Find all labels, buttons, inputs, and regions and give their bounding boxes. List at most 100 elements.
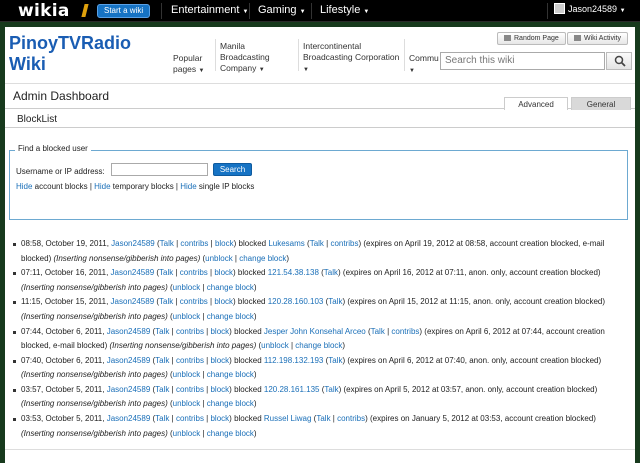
- blocked-user-link[interactable]: Russel Liwag: [264, 414, 312, 423]
- block-details: (expires on April 6, 2012 at 07:40, anon…: [345, 355, 602, 365]
- chevron-down-icon: ▼: [363, 9, 370, 15]
- wiki-name-line: PinoyTVRadio: [9, 33, 132, 53]
- unblock-link[interactable]: unblock: [205, 254, 233, 263]
- admin-contribs-link[interactable]: contribs: [176, 356, 204, 365]
- tab-advanced[interactable]: Advanced: [504, 97, 568, 110]
- activity-icon: [574, 35, 581, 41]
- tab-general[interactable]: General: [571, 97, 631, 110]
- admin-contribs-link[interactable]: contribs: [176, 385, 204, 394]
- admin-contribs-link[interactable]: contribs: [176, 414, 204, 423]
- admin-block-link[interactable]: block: [210, 414, 229, 423]
- blocked-user-link[interactable]: Jesper John Konsehal Arceo: [264, 327, 366, 336]
- blocked-user-link[interactable]: 112.198.132.193: [264, 356, 323, 365]
- hub-entertainment[interactable]: Entertainment ▼: [171, 4, 249, 16]
- random-page-button[interactable]: Random Page: [497, 32, 566, 45]
- change-block-link[interactable]: change block: [207, 370, 254, 379]
- user-menu[interactable]: Jason24589 ▼: [554, 3, 626, 14]
- admin-user-link[interactable]: Jason24589: [111, 297, 155, 306]
- unblock-link[interactable]: unblock: [173, 370, 201, 379]
- hub-gaming[interactable]: Gaming ▼: [258, 4, 306, 16]
- admin-block-link[interactable]: block: [215, 239, 234, 248]
- admin-talk-link[interactable]: Talk: [155, 414, 169, 423]
- punct: ): [253, 370, 257, 380]
- target-talk-link[interactable]: Talk: [328, 297, 342, 306]
- admin-contribs-link[interactable]: contribs: [180, 268, 208, 277]
- admin-block-link[interactable]: block: [214, 268, 233, 277]
- admin-user-link[interactable]: Jason24589: [111, 268, 155, 277]
- block-entry: 07:40, October 6, 2011, Jason24589 (Talk…: [13, 354, 625, 383]
- change-block-link[interactable]: change block: [207, 399, 254, 408]
- punct: ): [253, 428, 257, 438]
- change-block-link[interactable]: change block: [207, 429, 254, 438]
- blocked-user-link[interactable]: Lukesams: [268, 239, 304, 248]
- wiki-nav-intercontinental[interactable]: Intercontinental Broadcasting Corporatio…: [303, 41, 399, 76]
- target-talk-link[interactable]: Talk: [324, 385, 338, 394]
- target-contribs-link[interactable]: contribs: [330, 239, 358, 248]
- block-filters: Hide account blocks | Hide temporary blo…: [16, 182, 254, 191]
- chevron-down-icon: ▼: [299, 9, 306, 15]
- change-block-link[interactable]: change block: [239, 254, 286, 263]
- admin-contribs-link[interactable]: contribs: [180, 297, 208, 306]
- target-talk-link[interactable]: Talk: [316, 414, 330, 423]
- hub-lifestyle[interactable]: Lifestyle ▼: [320, 4, 369, 16]
- blocked-user-link[interactable]: 120.28.160.103: [268, 297, 324, 306]
- block-entry: 07:11, October 16, 2011, Jason24589 (Tal…: [13, 266, 625, 295]
- nav-divider: [311, 3, 312, 19]
- target-talk-link[interactable]: Talk: [310, 239, 324, 248]
- wikia-logo[interactable]: wikia: [18, 1, 70, 21]
- timestamp: 07:11, October 16, 2011,: [21, 268, 111, 278]
- unblock-link[interactable]: unblock: [173, 312, 201, 321]
- blocked-user-link[interactable]: 121.54.38.138: [268, 268, 319, 277]
- search-submit-button[interactable]: [606, 52, 632, 70]
- wiki-nav-popular-pages[interactable]: Popular pages ▼: [173, 53, 205, 77]
- unblock-link[interactable]: unblock: [173, 429, 201, 438]
- username-ip-input[interactable]: [111, 163, 208, 176]
- admin-user-link[interactable]: Jason24589: [107, 414, 151, 423]
- admin-block-link[interactable]: block: [210, 327, 229, 336]
- timestamp: 03:53, October 5, 2011,: [21, 414, 107, 424]
- hide-temporary-blocks-link[interactable]: Hide: [94, 182, 110, 191]
- admin-user-link[interactable]: Jason24589: [107, 385, 151, 394]
- unblock-link[interactable]: unblock: [173, 399, 201, 408]
- admin-talk-link[interactable]: Talk: [155, 327, 169, 336]
- change-block-link[interactable]: change block: [295, 341, 342, 350]
- admin-talk-link[interactable]: Talk: [155, 385, 169, 394]
- blocked-user-link[interactable]: 120.28.161.135: [264, 385, 320, 394]
- search-button[interactable]: Search: [213, 163, 252, 176]
- admin-user-link[interactable]: Jason24589: [107, 356, 151, 365]
- admin-talk-link[interactable]: Talk: [159, 268, 173, 277]
- admin-block-link[interactable]: block: [210, 385, 229, 394]
- admin-user-link[interactable]: Jason24589: [107, 327, 151, 336]
- target-contribs-link[interactable]: contribs: [337, 414, 365, 423]
- target-talk-link[interactable]: Talk: [328, 356, 342, 365]
- page-content: PinoyTVRadio Wiki Popular pages ▼ Manila…: [5, 27, 635, 463]
- button-label: Random Page: [514, 35, 559, 42]
- search-input[interactable]: Search this wiki: [440, 52, 605, 70]
- nav-divider: [249, 3, 250, 19]
- change-block-link[interactable]: change block: [207, 283, 254, 292]
- wiki-nav-manila-broadcasting[interactable]: Manila Broadcasting Company ▼: [220, 41, 270, 76]
- block-details: (expires on April 5, 2012 at 03:57, anon…: [341, 384, 598, 394]
- admin-block-link[interactable]: block: [214, 297, 233, 306]
- hide-single-ip-blocks-link[interactable]: Hide: [180, 182, 196, 191]
- admin-talk-link[interactable]: Talk: [159, 297, 173, 306]
- admin-contribs-link[interactable]: contribs: [176, 327, 204, 336]
- wiki-nav-community[interactable]: Commu ▼: [409, 53, 439, 77]
- target-contribs-link[interactable]: contribs: [391, 327, 419, 336]
- admin-block-link[interactable]: block: [210, 356, 229, 365]
- unblock-link[interactable]: unblock: [261, 341, 289, 350]
- wiki-name[interactable]: PinoyTVRadio Wiki: [9, 33, 131, 75]
- admin-user-link[interactable]: Jason24589: [111, 239, 155, 248]
- target-talk-link[interactable]: Talk: [371, 327, 385, 336]
- change-block-link[interactable]: change block: [207, 312, 254, 321]
- unblock-link[interactable]: unblock: [173, 283, 201, 292]
- target-talk-link[interactable]: Talk: [324, 268, 338, 277]
- start-wiki-button[interactable]: Start a wiki: [97, 4, 151, 18]
- hub-label: Entertainment: [171, 4, 240, 16]
- admin-talk-link[interactable]: Talk: [160, 239, 174, 248]
- admin-talk-link[interactable]: Talk: [155, 356, 169, 365]
- divider: [5, 127, 635, 128]
- hide-account-blocks-link[interactable]: Hide: [16, 182, 32, 191]
- admin-contribs-link[interactable]: contribs: [180, 239, 208, 248]
- wiki-activity-button[interactable]: Wiki Activity: [567, 32, 628, 45]
